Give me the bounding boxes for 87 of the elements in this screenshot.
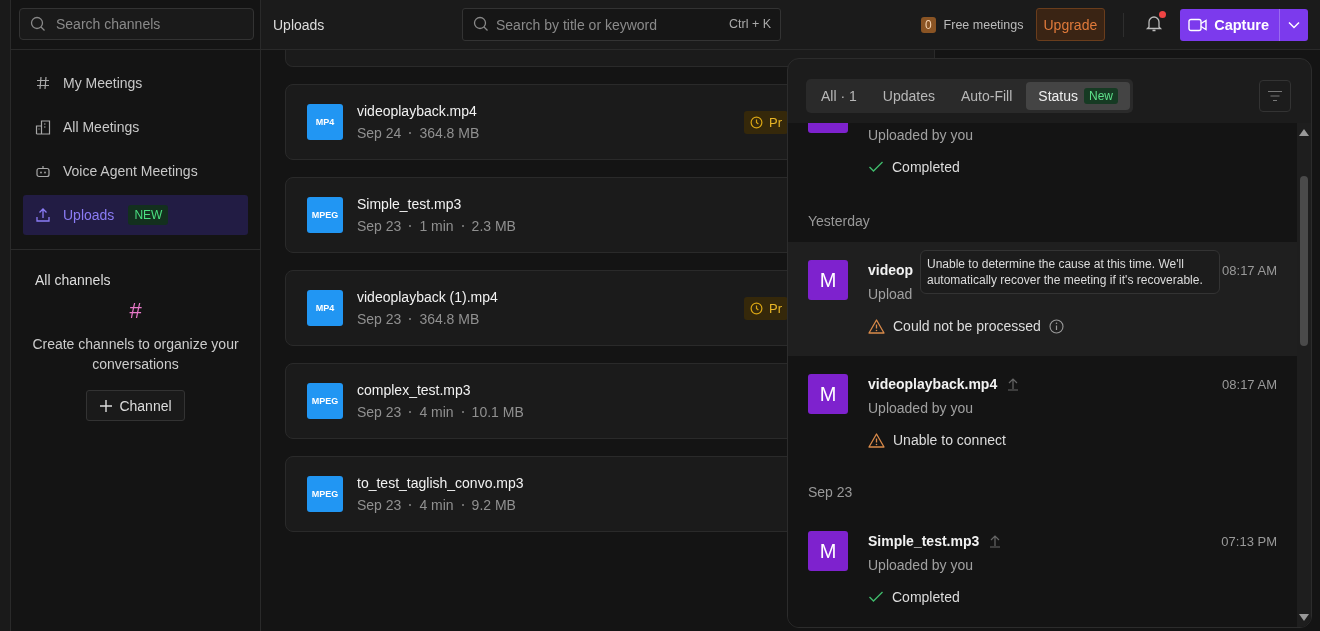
file-name: to_test_taglish_convo.mp3 <box>357 475 524 491</box>
chevron-down-icon <box>1288 20 1300 29</box>
notification-item[interactable]: M videop Unable to determine the cause at this time. We'll automatically recover the meeting if it's recoverable. 08:17 AM Upload Could not be processed <box>788 242 1297 356</box>
file-meta: 9.2 MB <box>471 497 516 513</box>
clock-icon <box>750 115 763 129</box>
tab-label: Updates <box>882 88 935 104</box>
hash-icon <box>35 76 51 90</box>
tab-label: All · 1 <box>821 88 857 104</box>
video-camera-icon <box>1188 17 1209 32</box>
scroll-thumb[interactable] <box>1300 176 1308 346</box>
avatar: M <box>808 531 848 571</box>
item-time: 08:17 AM <box>1222 262 1277 278</box>
avatar: M <box>808 260 848 300</box>
item-time: 08:17 AM <box>1222 376 1277 392</box>
avatar <box>808 123 848 133</box>
hash-icon: # <box>129 298 142 324</box>
file-name: videoplayback (1).mp4 <box>357 289 498 305</box>
file-name: Simple_test.mp3 <box>357 196 463 212</box>
building-icon <box>35 119 51 135</box>
chip-label: Pr <box>769 300 782 316</box>
tooltip: Unable to determine the cause at this time. We'll automatically recover the meeting if it's recoverable. <box>920 250 1220 294</box>
nav-label: All Meetings <box>63 119 140 135</box>
item-subtitle: Uploaded by you <box>868 556 975 575</box>
file-name: videoplayback.mp4 <box>357 103 478 119</box>
robot-icon <box>35 163 51 179</box>
item-time: 07:13 PM <box>1221 533 1277 549</box>
file-meta: Sep 23 <box>357 404 402 420</box>
status-text: Completed <box>892 159 960 175</box>
file-meta: 1 min <box>419 218 454 234</box>
file-meta: Sep 23 <box>357 218 402 234</box>
upgrade-button[interactable]: Upgrade <box>1035 8 1106 41</box>
file-meta: Sep 23 <box>357 497 402 513</box>
clock-icon <box>750 301 763 315</box>
file-meta: 4 min <box>419 497 454 513</box>
scroll-down-icon <box>1299 614 1309 621</box>
tab[interactable]: Status New <box>1026 82 1131 110</box>
tab-label: Status <box>1038 88 1078 104</box>
add-channel-button[interactable]: Channel <box>86 390 185 421</box>
empty-message: Create channels to organize your conversations <box>31 335 240 374</box>
file-type-icon: MPEG <box>307 476 343 512</box>
count-badge: 0 <box>920 16 936 33</box>
free-meetings-label: Free meetings <box>943 17 1024 32</box>
nav-item[interactable]: All Meetings <box>23 107 248 147</box>
item-subtitle: Upload <box>868 285 914 304</box>
file-meta: 364.8 MB <box>419 125 480 141</box>
file-meta: 364.8 MB <box>419 311 480 327</box>
nav-label: My Meetings <box>63 75 143 91</box>
new-badge: New <box>1084 88 1119 104</box>
filter-icon <box>1267 90 1283 102</box>
new-badge: NEW <box>128 205 169 225</box>
file-meta: 10.1 MB <box>471 404 524 420</box>
file-meta: Sep 23 <box>357 311 402 327</box>
tab[interactable]: Auto-Fill <box>948 82 1025 110</box>
nav-item[interactable]: Uploads NEW <box>23 195 248 235</box>
tab[interactable]: All · 1 <box>809 82 869 110</box>
chip-label: Pr <box>769 114 782 130</box>
file-name: complex_test.mp3 <box>357 382 472 398</box>
nav-label: Voice Agent Meetings <box>63 163 198 179</box>
tab-label: Auto-Fill <box>960 88 1013 104</box>
section-title: All channels <box>34 272 111 288</box>
avatar: M <box>808 374 848 414</box>
nav-item[interactable]: Voice Agent Meetings <box>23 151 248 191</box>
search-icon <box>30 16 46 32</box>
scroll-up-icon <box>1299 129 1309 136</box>
plus-icon <box>99 398 114 413</box>
file-type-icon: MP4 <box>307 104 343 140</box>
nav-item[interactable]: My Meetings <box>23 63 248 103</box>
file-type-icon: MP4 <box>307 290 343 326</box>
file-type-icon: MPEG <box>307 197 343 233</box>
scrollbar[interactable] <box>1297 123 1311 627</box>
status-text: Completed <box>892 589 960 605</box>
capture-button[interactable]: Capture <box>1180 8 1308 41</box>
search-icon <box>473 16 489 32</box>
filter-button[interactable] <box>1259 80 1291 112</box>
file-meta: 2.3 MB <box>471 218 516 234</box>
file-type-icon: MPEG <box>307 383 343 419</box>
search-field[interactable]: Search channels <box>19 8 254 40</box>
file-meta: Sep 24 <box>357 125 402 141</box>
shortcut-hint: Ctrl + K <box>728 17 771 31</box>
nav-label: Uploads <box>63 207 115 223</box>
date-label: Sep 23 <box>807 482 854 502</box>
upload-icon <box>35 207 51 223</box>
capture-label: Capture <box>1214 16 1269 33</box>
file-meta: 4 min <box>419 404 454 420</box>
date-label: Yesterday <box>807 211 871 231</box>
item-title: Simple_test.mp3 <box>868 533 980 549</box>
page-title: Uploads <box>273 16 326 33</box>
